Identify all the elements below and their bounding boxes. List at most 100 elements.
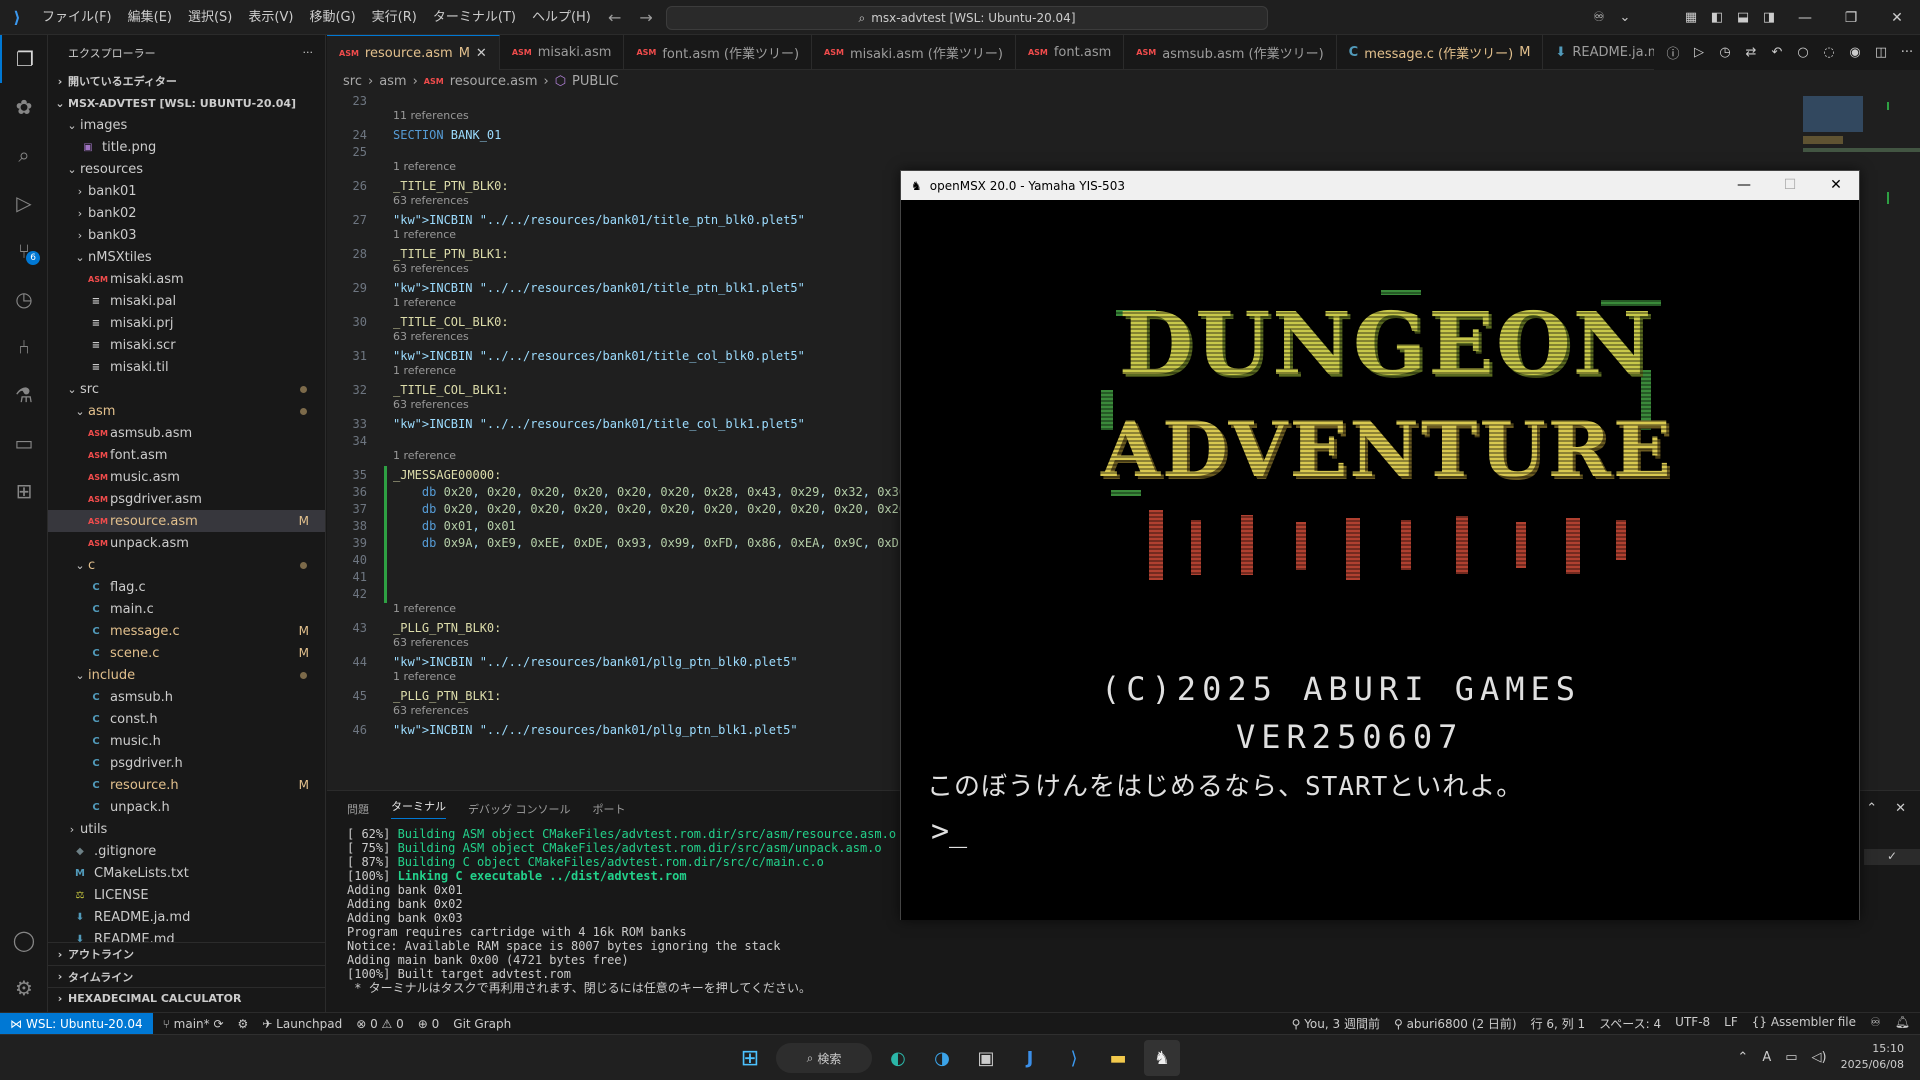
customize-layout-icon[interactable]: ▦	[1678, 10, 1704, 25]
more-actions-icon[interactable]: ···	[1894, 45, 1920, 60]
tree-file[interactable]: ASM resource.asm M	[48, 510, 325, 532]
editor-tab[interactable]: ASM misaki.asm	[500, 35, 625, 70]
maximize-panel-icon[interactable]: ⌃	[1866, 801, 1877, 816]
editor-tab[interactable]: ASM resource.asm M ✕	[327, 35, 500, 70]
tree-folder[interactable]: › bank01	[48, 180, 325, 202]
tree-file[interactable]: Cmessage.c M	[48, 620, 325, 642]
source-control-icon[interactable]: ⑂ 6	[0, 227, 48, 275]
volume-icon[interactable]: ◁)	[1812, 1050, 1827, 1065]
close-window-button[interactable]: ✕	[1874, 10, 1920, 26]
menu-run[interactable]: 実行(R)	[364, 0, 425, 35]
eol[interactable]: LF	[1724, 1015, 1738, 1032]
tree-file[interactable]: ASM music.asm	[48, 466, 325, 488]
tree-folder[interactable]: ⌄ nMSXtiles	[48, 246, 325, 268]
terminal-icon[interactable]: ▣	[968, 1040, 1004, 1076]
editor-tab[interactable]: Cmessage.c (作業ツリー) M	[1337, 35, 1544, 70]
code-lens-references[interactable]: 1 reference	[393, 602, 456, 615]
run-icon[interactable]: ▷	[1686, 45, 1712, 60]
explorer-icon[interactable]: ❐	[0, 35, 48, 83]
tree-folder[interactable]: ⌄ resources	[48, 158, 325, 180]
code-lens-references[interactable]: 63 references	[393, 704, 469, 717]
tab-ports[interactable]: ポート	[593, 801, 626, 817]
tree-folder[interactable]: › bank02	[48, 202, 325, 224]
tree-file[interactable]: Cconst.h	[48, 708, 325, 730]
compare-changes-icon[interactable]: ⇄	[1738, 45, 1764, 60]
extensions-icon[interactable]: ⊞	[0, 467, 48, 515]
taskbar-search[interactable]: ⌕ 検索	[776, 1043, 872, 1073]
tree-file[interactable]: Cmain.c	[48, 598, 325, 620]
remote-explorer-icon[interactable]: ▭	[0, 419, 48, 467]
tree-file[interactable]: Cmusic.h	[48, 730, 325, 752]
tree-file[interactable]: Cunpack.h	[48, 796, 325, 818]
code-lens-references[interactable]: 1 reference	[393, 160, 456, 173]
outline-section[interactable]: › アウトライン	[48, 943, 325, 965]
breadcrumb-item[interactable]: asm	[379, 74, 406, 89]
tab-terminal[interactable]: ターミナル	[391, 798, 446, 819]
close-tab-icon[interactable]: ✕	[476, 46, 487, 61]
tree-file[interactable]: ASM unpack.asm	[48, 532, 325, 554]
code-lens-references[interactable]: 1 reference	[393, 364, 456, 377]
notifications-bell-icon[interactable]: 🔔︎	[1895, 1015, 1910, 1032]
toggle-secondary-sidebar-icon[interactable]: ◨	[1756, 10, 1782, 25]
tree-folder[interactable]: › bank03	[48, 224, 325, 246]
tree-file[interactable]: ASM asmsub.asm	[48, 422, 325, 444]
account-icon[interactable]: ◯	[0, 916, 48, 964]
code-lens-references[interactable]: 1 reference	[393, 449, 456, 462]
forward-arrow-icon[interactable]: →	[639, 8, 652, 27]
timeline-section[interactable]: › タイムライン	[48, 965, 325, 987]
copilot-chat-icon[interactable]: ✿	[0, 83, 48, 131]
git-lens-icon[interactable]: ◉	[1842, 45, 1868, 60]
tree-file[interactable]: Casmsub.h	[48, 686, 325, 708]
clock[interactable]: 15:10 2025/06/08	[1841, 1041, 1904, 1073]
tree-folder[interactable]: › utils	[48, 818, 325, 840]
tree-folder[interactable]: ⌄ src	[48, 378, 325, 400]
tree-file[interactable]: ⚖ LICENSE	[48, 884, 325, 906]
tree-file[interactable]: ASM misaki.asm	[48, 268, 325, 290]
remote-indicator[interactable]: ⋈ WSL: Ubuntu-20.04	[0, 1012, 153, 1035]
tree-file[interactable]: ≡ misaki.prj	[48, 312, 325, 334]
encoding[interactable]: UTF-8	[1675, 1015, 1710, 1032]
tree-file[interactable]: M CMakeLists.txt	[48, 862, 325, 884]
git-graph-indicator[interactable]: Git Graph	[453, 1017, 511, 1031]
code-lens-references[interactable]: 63 references	[393, 636, 469, 649]
author-indicator[interactable]: ⚲ aburi6800 (2 日前)	[1394, 1015, 1517, 1032]
chevron-up-icon[interactable]: ⌃	[1737, 1050, 1748, 1065]
language-mode[interactable]: {} Assembler file	[1752, 1015, 1856, 1032]
menu-terminal[interactable]: ターミナル(T)	[425, 0, 524, 35]
msx-screen[interactable]: DUNGEON ADVENTURE (C)2025 ABURI GAMES VE…	[901, 200, 1859, 920]
code-lens-references[interactable]: 63 references	[393, 330, 469, 343]
tree-file[interactable]: ASM font.asm	[48, 444, 325, 466]
editor-tab[interactable]: ASM misaki.asm (作業ツリー)	[812, 35, 1016, 70]
menu-selection[interactable]: 選択(S)	[180, 0, 240, 35]
code-lens-references[interactable]: 63 references	[393, 398, 469, 411]
code-lens-references[interactable]: 11 references	[393, 109, 469, 122]
menu-help[interactable]: ヘルプ(H)	[524, 0, 599, 35]
code-lens-references[interactable]: 1 reference	[393, 296, 456, 309]
menu-view[interactable]: 表示(V)	[240, 0, 301, 35]
open-editors-section[interactable]: › 開いているエディター	[48, 70, 325, 92]
menu-edit[interactable]: 編集(E)	[120, 0, 180, 35]
revert-icon[interactable]: ↶	[1764, 45, 1790, 60]
git-graph-icon[interactable]: ⑃	[0, 323, 48, 371]
editor-tab[interactable]: ASM font.asm	[1016, 35, 1125, 70]
code-lens-references[interactable]: 1 reference	[393, 228, 456, 241]
tree-file[interactable]: ▣ title.png	[48, 136, 325, 158]
breadcrumb-item[interactable]: resource.asm	[450, 74, 538, 89]
toggle-panel-icon[interactable]: ⬓	[1730, 10, 1756, 25]
info-icon[interactable]: ⓘ	[1660, 43, 1686, 62]
tab-problems[interactable]: 問題	[347, 801, 369, 817]
problems-indicator[interactable]: ⊗ 0 ⚠ 0	[356, 1017, 404, 1031]
terminal-output[interactable]: [ 62%] Building ASM object CMakeFiles/ad…	[347, 827, 896, 995]
msx-maximize-button[interactable]: ☐	[1767, 171, 1813, 200]
tree-file[interactable]: ◆ .gitignore	[48, 840, 325, 862]
openmsx-icon[interactable]: ♞	[1144, 1040, 1180, 1076]
tree-file[interactable]: ≡ misaki.scr	[48, 334, 325, 356]
edge-dev-icon[interactable]: ◐	[880, 1040, 916, 1076]
msx-minimize-button[interactable]: —	[1721, 171, 1767, 200]
code-lens-references[interactable]: 63 references	[393, 262, 469, 275]
menu-go[interactable]: 移動(G)	[301, 0, 363, 35]
vscode-icon[interactable]: ⟩	[1056, 1040, 1092, 1076]
hex-calculator-section[interactable]: › HEXADECIMAL CALCULATOR	[48, 987, 325, 1009]
timeline-history-icon[interactable]: ◷	[0, 275, 48, 323]
run-debug-icon[interactable]: ▷	[0, 179, 48, 227]
